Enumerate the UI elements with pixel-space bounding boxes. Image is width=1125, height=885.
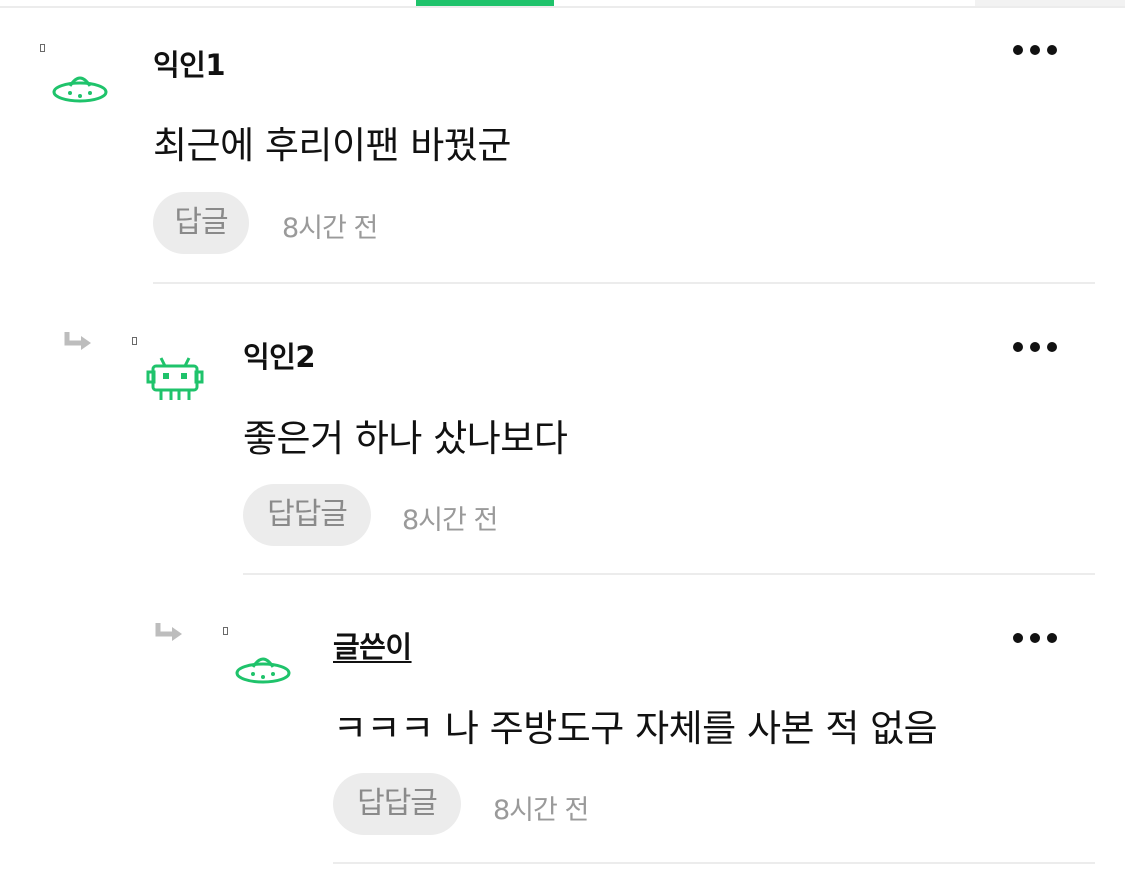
space-invader-icon[interactable] [145, 352, 205, 412]
dot-icon [1047, 342, 1057, 352]
comment-text: ㅋㅋㅋ 나 주방도구 자체를 사본 적 없음 [333, 707, 938, 750]
dot-icon [1047, 45, 1057, 55]
reply-button[interactable]: 답답글 [243, 484, 371, 546]
reply-button[interactable]: 답답글 [333, 773, 461, 835]
comment-timestamp: 8시간 전 [493, 795, 589, 826]
more-options-button[interactable] [1013, 332, 1057, 362]
comment-divider [243, 573, 1095, 575]
comment-divider [153, 282, 1095, 284]
ufo-icon[interactable] [50, 62, 110, 122]
tab-bar-divider [0, 6, 1125, 8]
reply-arrow-icon [64, 332, 91, 350]
reply-arrow-icon [155, 623, 182, 641]
comment-author[interactable]: 익인1 [153, 42, 226, 84]
comment-marker-icon [40, 44, 45, 52]
comment-timestamp: 8시간 전 [282, 213, 378, 244]
dot-icon [1030, 342, 1040, 352]
dot-icon [1047, 633, 1057, 643]
comment-text: 최근에 후리이팬 바꿨군 [153, 124, 511, 167]
comment-marker-icon [223, 627, 228, 635]
dot-icon [1013, 633, 1023, 643]
dot-icon [1030, 633, 1040, 643]
dot-icon [1013, 45, 1023, 55]
reply-button[interactable]: 답글 [153, 192, 249, 254]
comment-marker-icon [132, 337, 137, 345]
top-tab-bar [0, 0, 1125, 8]
active-tab-indicator[interactable] [416, 0, 554, 6]
comment-author[interactable]: 익인2 [243, 334, 316, 376]
ufo-icon[interactable] [233, 643, 293, 703]
comment-text: 좋은거 하나 샀나보다 [243, 417, 568, 460]
dot-icon [1030, 45, 1040, 55]
comment-timestamp: 8시간 전 [402, 505, 498, 536]
comment-author[interactable]: 글쓴이 [333, 624, 412, 666]
dot-icon [1013, 342, 1023, 352]
more-options-button[interactable] [1013, 623, 1057, 653]
tab-bar-right-segment[interactable] [975, 0, 1125, 6]
more-options-button[interactable] [1013, 35, 1057, 65]
comment-divider [333, 862, 1095, 864]
